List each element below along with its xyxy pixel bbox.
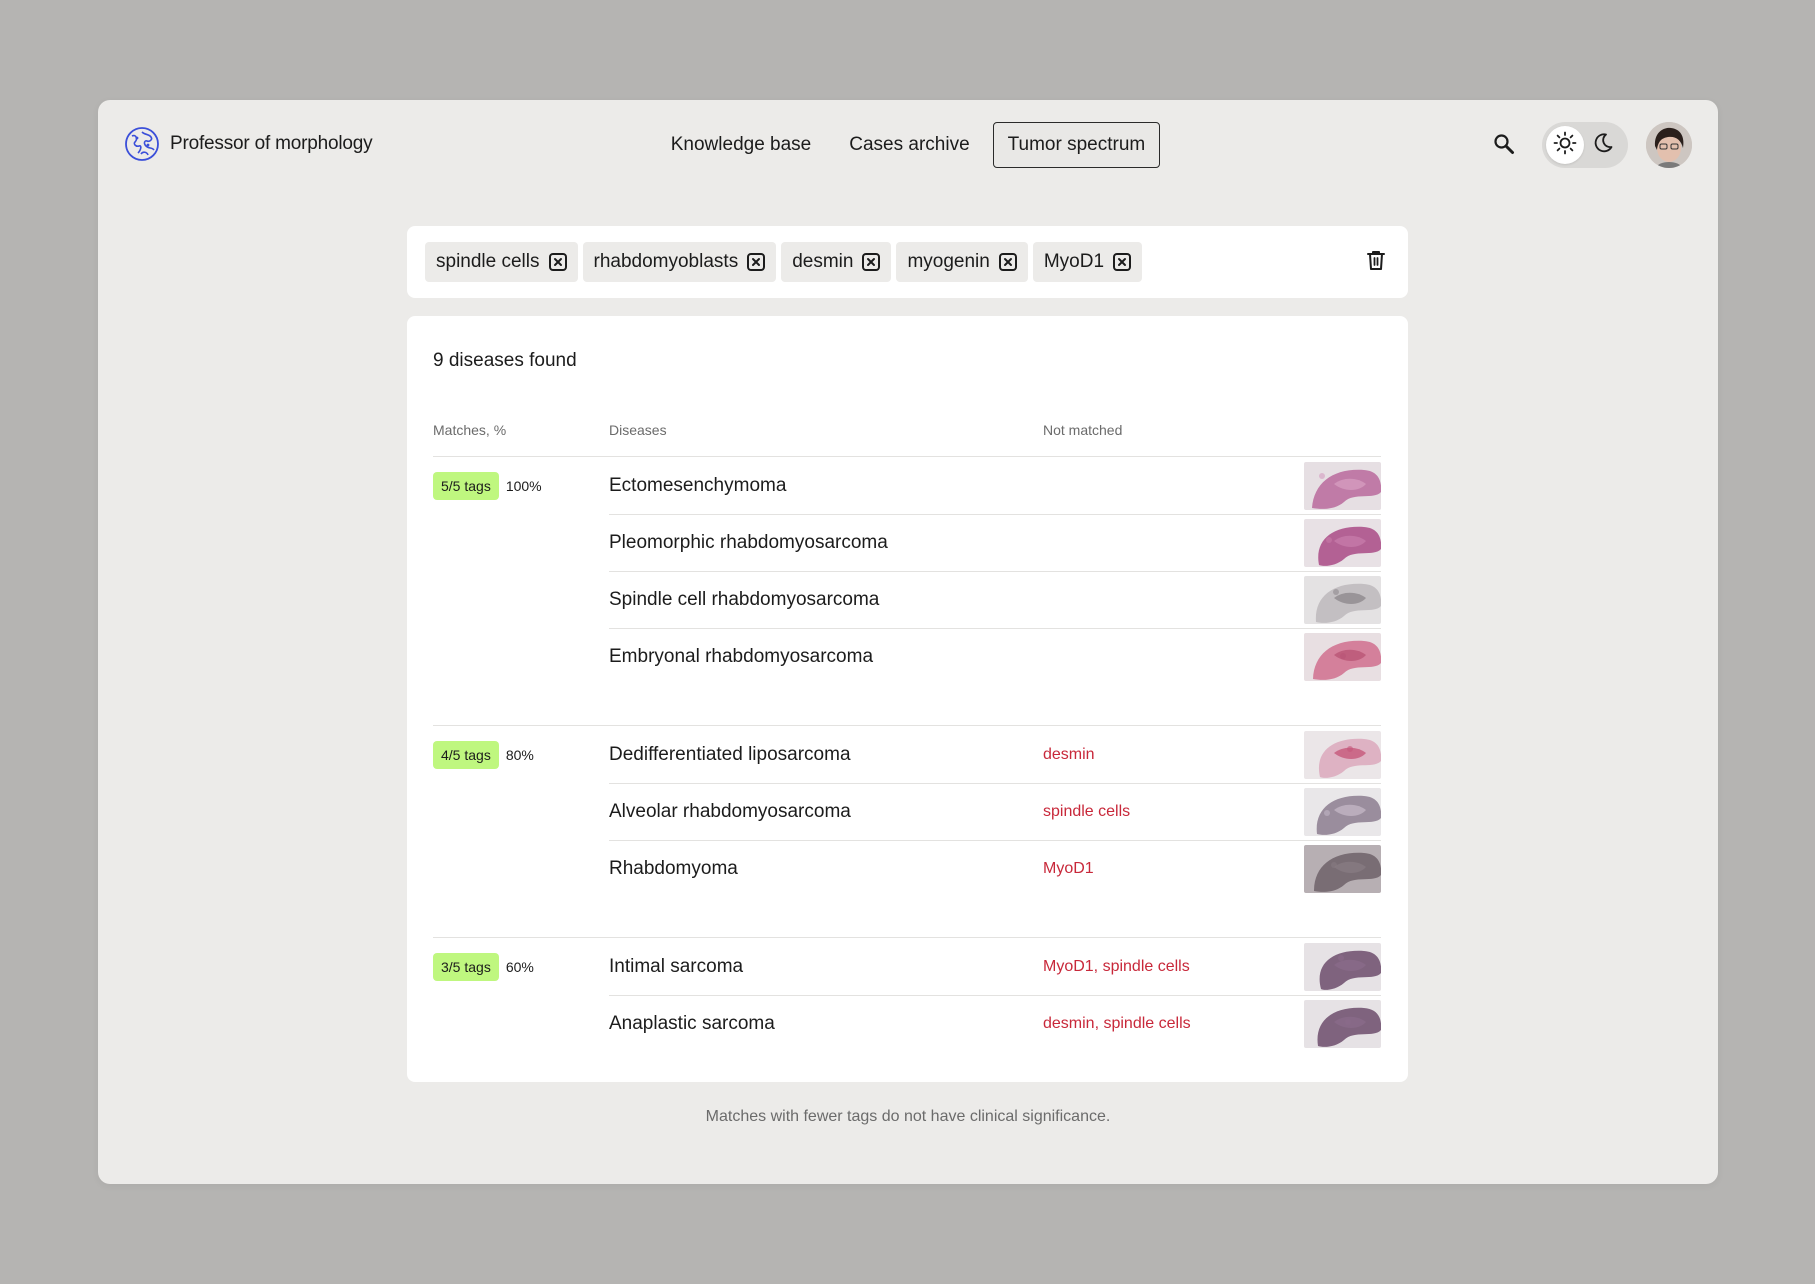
not-matched-tags: desmin <box>1043 745 1095 763</box>
disease-row[interactable]: Embryonal rhabdomyosarcoma <box>609 628 1381 685</box>
footnote: Matches with fewer tags do not have clin… <box>705 1108 1111 1125</box>
clear-tags-button[interactable] <box>1362 248 1390 276</box>
disease-row[interactable]: Spindle cell rhabdomyosarcoma <box>609 571 1381 628</box>
search-icon <box>1493 133 1515 160</box>
match-summary: 4/5 tags 80% <box>433 741 534 769</box>
tag-label: myogenin <box>907 251 990 272</box>
histology-thumbnail[interactable] <box>1304 633 1381 681</box>
trash-icon <box>1366 249 1386 276</box>
not-matched-tags: MyoD1 <box>1043 860 1094 877</box>
not-matched-tags: MyoD1, spindle cells <box>1043 957 1190 975</box>
tag-close-icon[interactable] <box>861 252 881 272</box>
histology-thumbnail[interactable] <box>1304 730 1381 779</box>
match-group: 5/5 tags 100% Ectomesenchymoma Pleomorphic … <box>433 456 1381 685</box>
match-summary: 3/5 tags 60% <box>433 953 534 981</box>
histology-thumbnail[interactable] <box>1304 576 1381 624</box>
disease-row[interactable]: Alveolar rhabdomyosarcoma spindle cells <box>609 783 1381 840</box>
disease-row[interactable]: Anaplastic sarcoma desmin, spindle cells <box>609 995 1381 1052</box>
app-window: Professor of morphology Knowledge base C… <box>98 100 1718 1184</box>
nav-knowledge-base[interactable]: Knowledge base <box>656 122 827 168</box>
col-header-diseases: Diseases <box>609 422 667 438</box>
brand[interactable]: Professor of morphology <box>124 126 373 162</box>
disease-row[interactable]: Rhabdomyoma MyoD1 <box>609 840 1381 897</box>
disease-row[interactable]: Pleomorphic rhabdomyosarcoma <box>609 514 1381 571</box>
match-percent: 80% <box>505 747 534 763</box>
tag-chip: desmin <box>781 242 892 282</box>
results-table: 5/5 tags 100% Ectomesenchymoma Pleomorphic … <box>433 456 1381 1052</box>
tag-label: desmin <box>792 251 854 272</box>
col-header-matches: Matches, % <box>433 422 507 438</box>
tag-chip: MyoD1 <box>1032 242 1143 282</box>
disease-name[interactable]: Embryonal rhabdomyosarcoma <box>609 646 1043 668</box>
dark-theme-option[interactable] <box>1584 126 1622 164</box>
theme-toggle[interactable] <box>1542 122 1628 168</box>
match-summary: 5/5 tags 100% <box>433 472 542 500</box>
disease-name[interactable]: Dedifferentiated liposarcoma <box>609 744 1043 766</box>
sun-icon <box>1553 131 1577 160</box>
histology-thumbnail[interactable] <box>1304 461 1381 510</box>
not-matched-tags: spindle cells <box>1043 803 1131 820</box>
match-percent: 60% <box>505 959 534 975</box>
disease-row[interactable]: Intimal sarcoma MyoD1, spindle cells <box>609 938 1381 995</box>
brand-name: Professor of morphology <box>170 133 373 154</box>
tag-chip: spindle cells <box>425 242 578 282</box>
match-tags-badge: 4/5 tags <box>433 741 499 769</box>
disease-name[interactable]: Pleomorphic rhabdomyosarcoma <box>609 532 1043 554</box>
nav-cases-archive[interactable]: Cases archive <box>834 122 984 168</box>
disease-name[interactable]: Spindle cell rhabdomyosarcoma <box>609 589 1043 611</box>
tag-label: MyoD1 <box>1043 251 1105 272</box>
match-group: 3/5 tags 60% Intimal sarcoma MyoD1, spindle… <box>433 937 1381 1052</box>
search-button[interactable] <box>1488 130 1520 162</box>
match-tags-badge: 5/5 tags <box>433 472 499 500</box>
tag-list: spindle cells rhabdomyoblasts desmin myo… <box>425 242 1362 282</box>
tag-label: spindle cells <box>436 251 540 272</box>
tag-filter-bar: spindle cells rhabdomyoblasts desmin myo… <box>407 226 1408 298</box>
histology-thumbnail[interactable] <box>1304 788 1381 836</box>
nav-tumor-spectrum[interactable]: Tumor spectrum <box>992 122 1161 168</box>
not-matched-tags: desmin, spindle cells <box>1043 1015 1191 1032</box>
tag-chip: myogenin <box>896 242 1028 282</box>
disease-row[interactable]: Ectomesenchymoma <box>609 457 1381 514</box>
disease-name[interactable]: Ectomesenchymoma <box>609 475 1043 497</box>
results-count: 9 diseases found <box>433 350 577 371</box>
tag-close-icon[interactable] <box>1112 252 1132 272</box>
tag-chip: rhabdomyoblasts <box>582 242 777 282</box>
tag-close-icon[interactable] <box>746 252 766 272</box>
tag-close-icon[interactable] <box>998 252 1018 272</box>
histology-thumbnail[interactable] <box>1304 845 1381 893</box>
match-group: 4/5 tags 80% Dedifferentiated liposarcoma d… <box>433 725 1381 897</box>
moon-icon <box>1592 132 1614 159</box>
tag-label: rhabdomyoblasts <box>593 251 739 272</box>
user-avatar[interactable] <box>1646 122 1692 168</box>
disease-name[interactable]: Anaplastic sarcoma <box>609 1013 1043 1035</box>
tag-close-icon[interactable] <box>548 252 568 272</box>
disease-name[interactable]: Rhabdomyoma <box>609 858 1043 880</box>
histology-thumbnail[interactable] <box>1304 942 1381 991</box>
col-header-not-matched: Not matched <box>1043 422 1123 438</box>
results-panel: 9 diseases found Matches, % Diseases Not… <box>407 316 1408 1082</box>
histology-thumbnail[interactable] <box>1304 1000 1381 1048</box>
disease-name[interactable]: Intimal sarcoma <box>609 956 1043 978</box>
match-percent: 100% <box>505 478 542 494</box>
match-tags-badge: 3/5 tags <box>433 953 499 981</box>
histology-thumbnail[interactable] <box>1304 519 1381 567</box>
light-theme-option[interactable] <box>1546 126 1584 164</box>
disease-name[interactable]: Alveolar rhabdomyosarcoma <box>609 801 1043 823</box>
disease-row[interactable]: Dedifferentiated liposarcoma desmin <box>609 726 1381 783</box>
logo-globe-icon <box>124 126 160 162</box>
